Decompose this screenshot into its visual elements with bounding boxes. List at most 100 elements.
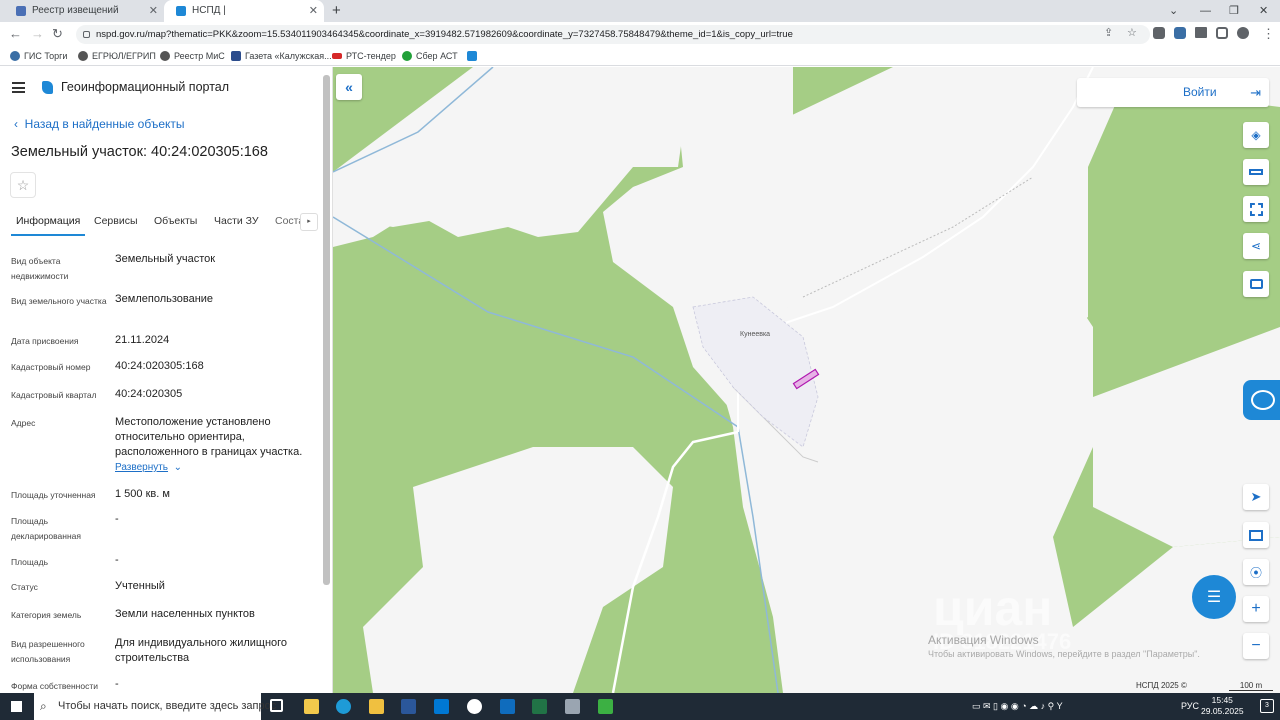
row-value: Учтенный [115, 580, 165, 592]
ruler-button[interactable] [1243, 159, 1269, 185]
chevron-left-icon: ‹ [14, 117, 25, 131]
url-bar[interactable]: nspd.gov.ru/map?thematic=PKK&zoom=15.534… [76, 25, 1150, 44]
bookmark-reestr-mis[interactable]: Реестр МиС [160, 46, 225, 66]
login-button[interactable]: Войти ⇥ [1077, 78, 1269, 107]
row-label: Площадь [11, 557, 49, 567]
row-label: Адрес [11, 418, 36, 428]
forward-arrow-icon[interactable]: → [31, 26, 44, 41]
chat-button[interactable]: ☰ [1192, 575, 1236, 619]
location-pin-button[interactable]: ⦿ [1243, 559, 1269, 585]
excel-icon[interactable] [532, 699, 547, 714]
info-tabs: Информация Сервисы Объекты Части ЗУ Сост… [0, 209, 332, 237]
share-button[interactable]: ⋖ [1243, 233, 1269, 259]
layers-button[interactable]: ◈ [1243, 122, 1269, 148]
nspd-logo-icon [42, 81, 53, 94]
word-icon[interactable] [401, 699, 416, 714]
chevron-right-icon: ▸ [307, 218, 311, 225]
select-area-button[interactable] [1243, 196, 1269, 222]
minimize-button[interactable]: — [1200, 0, 1211, 22]
close-tab-icon[interactable]: ✕ [149, 0, 158, 22]
nspd-icon [467, 51, 477, 61]
help-widget-button[interactable] [1243, 380, 1280, 420]
sidebar-scrollbar[interactable] [323, 75, 330, 585]
open-field-area [1093, 327, 1280, 547]
bookmark-gis-torgi[interactable]: ГИС Торги [10, 46, 67, 66]
login-arrow-icon: ⇥ [1250, 85, 1261, 100]
tray-icons[interactable]: ▭ ✉ ▯ ◉ ◉ ◔ ☁ ♪ ⚲ Y [972, 693, 1063, 720]
bookmark-rts-tender[interactable]: РТС-тендер [332, 46, 396, 66]
taskbar-search[interactable]: ⌕ Чтобы начать поиск, введите здесь запр… [34, 693, 276, 720]
maximize-button[interactable]: ❐ [1229, 0, 1239, 22]
chrome-icon[interactable] [467, 699, 482, 714]
globe-icon [78, 51, 88, 61]
extension-icon[interactable] [1174, 27, 1186, 39]
windows-start-icon[interactable] [11, 701, 22, 712]
open-field-area [363, 447, 673, 693]
menu-dots-icon[interactable]: ⋮ [1262, 26, 1275, 42]
row-label: Кадастровый квартал [11, 390, 97, 400]
minus-icon: − [1251, 637, 1261, 654]
row-value: - [115, 678, 119, 690]
zoom-out-button[interactable]: − [1243, 633, 1269, 659]
back-arrow-icon[interactable]: ← [9, 26, 22, 41]
task-view-icon[interactable] [270, 699, 283, 712]
back-to-results-link[interactable]: ‹ Назад в найденные объекты [14, 117, 185, 131]
share-icon[interactable]: ⇪ [1104, 26, 1113, 39]
expand-address-link[interactable]: Развернуть ⌄ [115, 462, 182, 473]
bookmark-egrul[interactable]: ЕГРЮЛ/ЕГРИП [78, 46, 156, 66]
row-value: Земельный участок [115, 253, 216, 265]
double-chevron-left-icon: « [345, 79, 353, 95]
edge-icon[interactable] [336, 699, 351, 714]
row-value-address: Местоположение установлено относительно … [115, 416, 303, 458]
language-indicator[interactable]: РУС [1181, 693, 1199, 720]
new-tab-button[interactable]: + [332, 0, 341, 22]
tabs-scroll-right-button[interactable]: ▸ [300, 213, 318, 231]
outlook-icon[interactable] [500, 699, 515, 714]
favorite-star-button[interactable]: ☆ [10, 172, 36, 198]
mail-icon[interactable] [434, 699, 449, 714]
close-tab-icon[interactable]: ✕ [309, 0, 318, 22]
menu-hamburger-icon[interactable] [12, 82, 25, 93]
tab-services[interactable]: Сервисы [94, 215, 138, 227]
row-label: Площадь декларированная [11, 516, 81, 541]
row-value: Земли населенных пунктов [115, 608, 255, 620]
reload-icon[interactable]: ↻ [52, 26, 63, 42]
bookmarks-bar: ГИС Торги ЕГРЮЛ/ЕГРИП Реестр МиС Газета … [0, 46, 1280, 66]
clock[interactable]: 15:45 29.05.2025 [1201, 695, 1244, 717]
tab-information[interactable]: Информация [10, 215, 86, 236]
row-value: - [115, 554, 119, 566]
row-value: Для индивидуального жилищного строительс… [115, 637, 288, 664]
close-window-button[interactable]: ✕ [1259, 0, 1268, 22]
bookmark-gazeta[interactable]: Газета «Калужская... [231, 46, 332, 66]
map-canvas[interactable]: « Войти ⇥ ◈ ⋖ ➤ ⦿ + − ☰ Кунеевка циан ID … [333, 67, 1280, 693]
calculator-icon[interactable] [565, 699, 580, 714]
notes-icon[interactable] [369, 699, 384, 714]
geolocation-button[interactable]: ➤ [1243, 484, 1269, 510]
tab-search-icon[interactable]: ⌄ [1169, 0, 1178, 22]
printer-icon [1249, 279, 1263, 289]
notifications-badge[interactable]: 3 [1260, 699, 1274, 713]
file-explorer-icon[interactable] [304, 699, 319, 714]
tab-nspd[interactable]: НСПД | Геоинформационный п ✕ [164, 0, 324, 38]
collapse-panel-button[interactable]: « [336, 74, 362, 100]
tab-parts[interactable]: Части ЗУ [214, 215, 259, 227]
site-icon [176, 6, 186, 16]
profile-avatar[interactable] [1237, 27, 1249, 39]
sber-icon [402, 51, 412, 61]
sidepanel-icon[interactable] [1216, 27, 1228, 39]
minimap-button[interactable] [1243, 522, 1269, 548]
zoom-in-button[interactable]: + [1243, 596, 1269, 622]
bookmark-sber-ast[interactable]: Сбер АСТ [402, 46, 458, 66]
extensions-icon[interactable] [1153, 27, 1165, 39]
tab-registry[interactable]: Реестр извещений ✕ [4, 0, 164, 22]
row-label: Вид земельного участка [11, 296, 107, 306]
tab-objects[interactable]: Объекты [154, 215, 197, 227]
download-icon[interactable] [1195, 27, 1207, 38]
bookmark-star-icon[interactable]: ☆ [1127, 26, 1137, 39]
home-app-icon[interactable] [598, 699, 613, 714]
location-pin-icon: ⦿ [1249, 565, 1262, 580]
print-button[interactable] [1243, 271, 1269, 297]
select-area-icon [1249, 202, 1263, 216]
navigation-arrow-icon: ➤ [1250, 489, 1262, 504]
windows-activation-title: Активация Windows [928, 633, 1039, 647]
